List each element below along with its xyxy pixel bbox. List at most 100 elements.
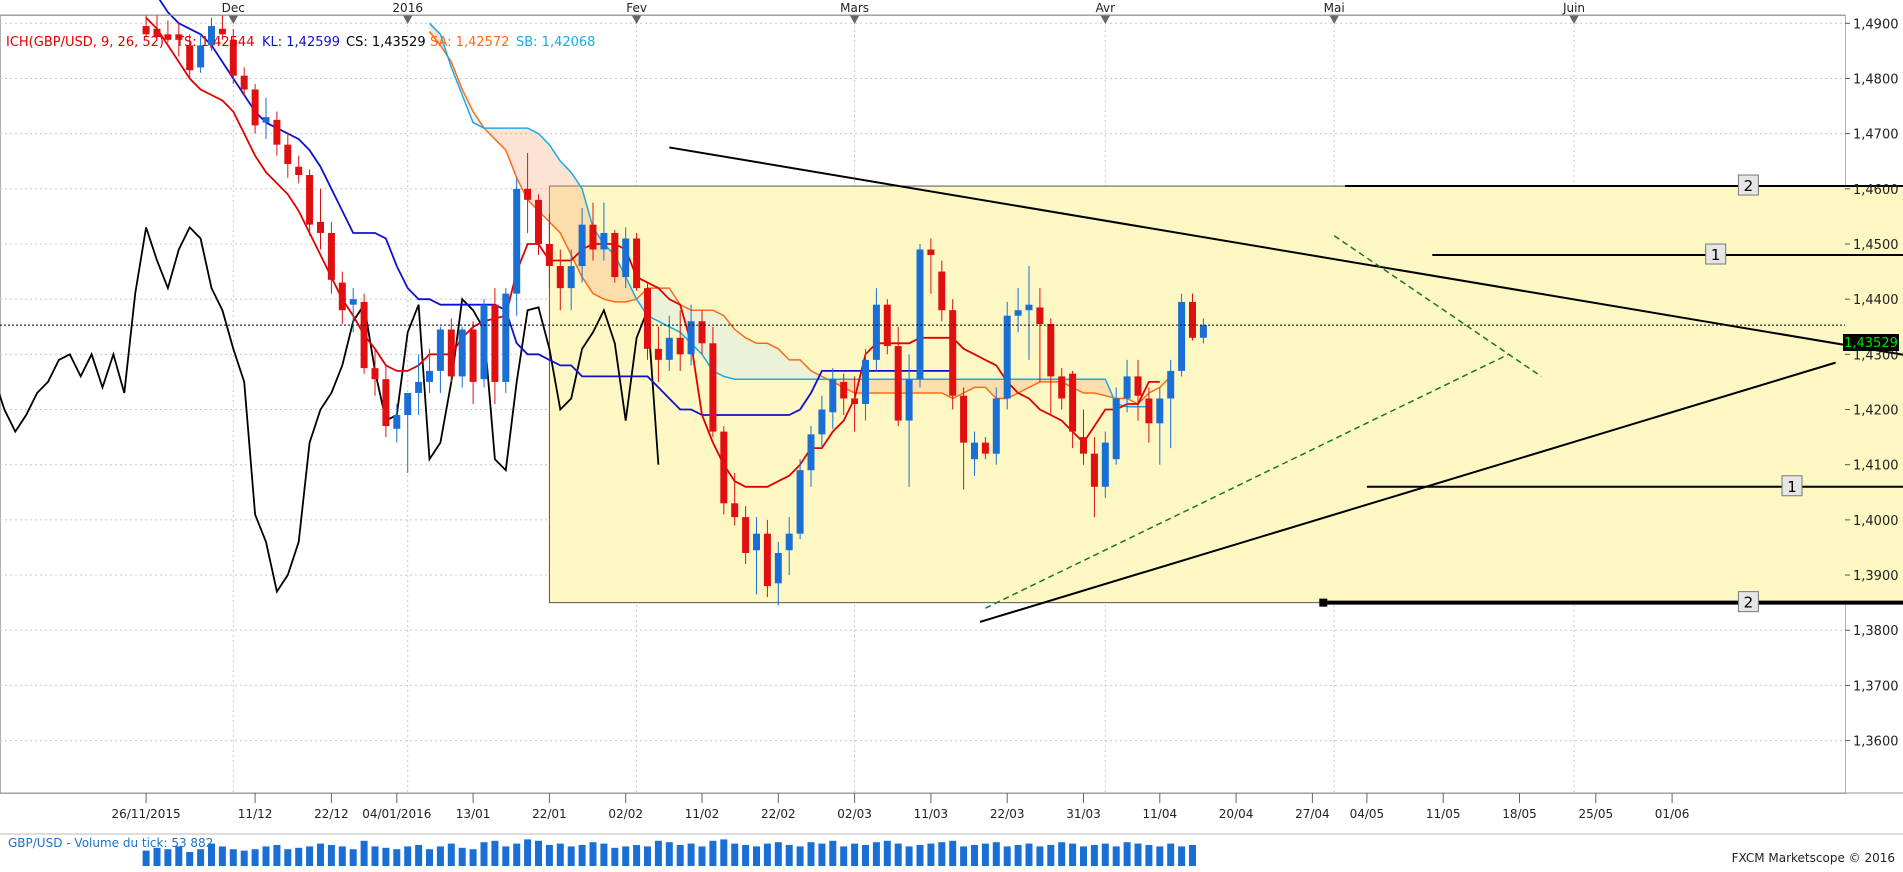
candle-body: [720, 431, 728, 504]
volume-bar: [218, 846, 226, 866]
volume-bar: [862, 845, 869, 866]
volume-bar: [785, 845, 793, 866]
volume-bar: [992, 842, 1000, 866]
candle-body: [938, 271, 946, 311]
candle-body: [611, 232, 619, 278]
chart-svg: 2 1 1 2 1,4900 1,4800 1,4700 1,4600 1,4500 1,440…: [0, 0, 1903, 866]
cloud-segment: [920, 379, 931, 393]
candle-body: [338, 282, 346, 311]
month-marker: [849, 15, 860, 24]
candle-body: [578, 224, 586, 267]
candle-body: [382, 379, 390, 427]
legend-senkou-b: SB: 1,42068: [516, 35, 595, 50]
x-tick-label: 31/03: [1066, 807, 1101, 821]
level-label: 1: [1711, 246, 1721, 264]
legend-ich-name: ICH(GBP/USD, 9, 26, 52): [6, 35, 164, 50]
range-box: [548, 185, 1903, 604]
x-tick-label: 11/04: [1143, 807, 1178, 821]
volume-bar: [513, 843, 521, 866]
volume-bar: [1069, 843, 1077, 866]
volume-bar: [349, 849, 357, 866]
volume-bar: [938, 842, 946, 866]
level-endpoint-marker: [1319, 598, 1328, 607]
candle-body: [992, 398, 1000, 454]
volume-bar: [840, 846, 848, 866]
candle-body: [742, 517, 750, 553]
candle-body: [654, 348, 662, 360]
cloud-segment: [745, 337, 757, 380]
volume-bar: [763, 843, 771, 866]
volume-bar: [927, 843, 935, 866]
candle-body: [709, 343, 717, 432]
legend-tenkan: TS: 1,42544: [175, 35, 254, 50]
volume-bar: [360, 840, 368, 866]
volume-bar: [556, 843, 564, 866]
volume-bar: [578, 845, 586, 866]
candle-body: [818, 409, 826, 435]
candle-body: [894, 346, 902, 421]
volume-panel: [0, 833, 1903, 866]
candle-body: [273, 119, 281, 145]
volume-bar: [960, 846, 968, 866]
volume-bar: [981, 843, 989, 866]
candle-body: [785, 533, 793, 551]
candle-body: [502, 293, 510, 382]
candle-body: [1080, 437, 1087, 454]
candle-body: [535, 199, 542, 244]
candle-body: [633, 238, 641, 289]
y-tick-label: 1,3700: [1853, 679, 1899, 694]
top-month-label: Juin: [1562, 1, 1585, 15]
candle-body: [676, 337, 684, 355]
volume-bar: [415, 845, 423, 866]
candle-body: [480, 304, 488, 380]
candle-body: [1156, 398, 1164, 424]
price-tag: 1,43529: [1843, 334, 1899, 351]
cloud-segment: [494, 128, 506, 151]
month-marker: [1100, 15, 1111, 24]
volume-bar: [753, 846, 760, 866]
volume-bar: [197, 849, 205, 866]
x-tick-label: 01/06: [1655, 807, 1690, 821]
month-marker: [1569, 15, 1579, 24]
candle-body: [556, 266, 564, 289]
volume-bar: [611, 847, 619, 866]
y-tick-label: 1,4500: [1853, 238, 1899, 253]
candle-body: [1199, 325, 1207, 338]
volume-bar: [600, 843, 608, 866]
x-tick-label: 22/03: [990, 807, 1025, 821]
volume-bar: [491, 840, 499, 866]
candle-body: [829, 379, 837, 413]
volume-bar: [469, 849, 477, 866]
candle-body: [763, 533, 771, 587]
month-marker: [402, 15, 413, 24]
candle-body: [142, 26, 150, 35]
x-tick-label: 22/02: [761, 807, 796, 821]
candle-body: [393, 415, 401, 429]
candle-body: [1069, 373, 1077, 432]
cloud-segment: [756, 343, 768, 380]
range-box-layer: [548, 185, 1903, 604]
volume-bar: [1080, 846, 1087, 866]
cloud-segment: [876, 379, 888, 393]
x-tick-label: 11/12: [238, 807, 273, 821]
volume-bar: [589, 842, 597, 866]
level-label: 2: [1744, 594, 1754, 612]
volume-bar: [1112, 846, 1120, 866]
x-tick-label: 22/01: [532, 807, 567, 821]
volume-bar: [851, 843, 859, 866]
volume-bar: [807, 842, 815, 866]
volume-bar: [382, 847, 390, 866]
y-tick-label: 1,4100: [1853, 459, 1899, 474]
x-tick-label: 11/03: [914, 807, 949, 821]
candle-body: [251, 89, 259, 126]
volume-bar: [567, 846, 575, 866]
volume-bar: [1047, 845, 1055, 866]
candle-body: [687, 321, 695, 355]
top-month-label: Mars: [840, 1, 869, 15]
candle-body: [404, 392, 412, 416]
candle-body: [796, 470, 804, 534]
candle-body: [916, 249, 924, 380]
candle-body: [436, 329, 444, 371]
volume-bar: [720, 839, 728, 866]
candle-body: [1189, 301, 1196, 338]
